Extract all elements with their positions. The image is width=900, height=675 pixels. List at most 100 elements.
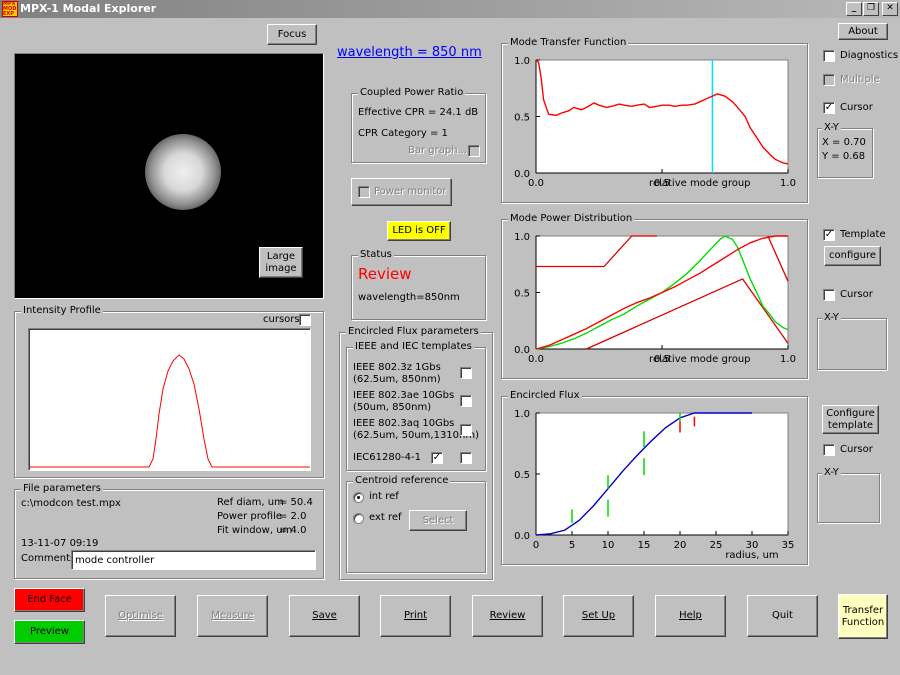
power-profile-value: = 2.0 bbox=[279, 511, 307, 522]
review-button[interactable]: Review bbox=[472, 595, 543, 637]
cursors-checkbox[interactable] bbox=[299, 314, 311, 326]
ref-diam-label: Ref diam, um bbox=[217, 497, 284, 508]
template-label: Template bbox=[840, 229, 886, 240]
template-4-checkbox-b[interactable] bbox=[460, 452, 472, 464]
x-axis-label: relative mode group bbox=[649, 178, 750, 189]
template-4-checkbox-a[interactable]: ✓ bbox=[431, 452, 443, 464]
multiple-label: Multiple bbox=[840, 74, 880, 85]
camera-image: Large image bbox=[14, 53, 324, 299]
mpd-title: Mode Power Distribution bbox=[508, 213, 635, 224]
status-state: Review bbox=[358, 265, 412, 283]
cursor-checkbox[interactable]: ✓ bbox=[823, 102, 835, 114]
comments-input[interactable] bbox=[71, 550, 316, 570]
status-title: Status bbox=[358, 249, 394, 260]
optimise-button[interactable]: Optimise bbox=[105, 595, 176, 637]
configure-button[interactable]: configure bbox=[824, 246, 881, 266]
int-ref-radio[interactable] bbox=[353, 492, 364, 503]
measure-button[interactable]: Measure bbox=[197, 595, 268, 637]
template-1-line2: (62.5um, 850nm) bbox=[353, 374, 441, 385]
template-3-checkbox[interactable] bbox=[460, 424, 472, 436]
transfer-function-button[interactable]: Transfer Function bbox=[838, 594, 888, 639]
end-face-button[interactable]: End Face bbox=[14, 588, 85, 612]
template-2-line2: (50um, 850nm) bbox=[353, 402, 432, 413]
x-tick-label: 0 bbox=[533, 540, 539, 551]
mtf-chart: 1.00.50.00.0 0.5 1.0relative mode group bbox=[514, 56, 796, 189]
multiple-checkbox[interactable] bbox=[823, 74, 835, 86]
mtf-title: Mode Transfer Function bbox=[508, 37, 629, 48]
mpd-chart: 1.00.50.00.0 0.5 1.0relative mode group bbox=[514, 232, 796, 365]
save-button[interactable]: Save bbox=[289, 595, 360, 637]
ext-ref-label: ext ref bbox=[369, 512, 402, 523]
led-indicator[interactable]: LED is OFF bbox=[387, 221, 451, 241]
y-readout: Y = 0.68 bbox=[822, 151, 866, 162]
setup-button[interactable]: Set Up bbox=[563, 595, 634, 637]
help-button[interactable]: Help bbox=[655, 595, 726, 637]
x-axis-label: relative mode group bbox=[649, 354, 750, 365]
power-monitor-box: Power monitor bbox=[351, 178, 451, 205]
minimize-button[interactable]: _ bbox=[846, 2, 862, 16]
x-tick-label: 25 bbox=[710, 540, 723, 551]
power-profile-label: Power profile bbox=[217, 511, 282, 522]
about-button[interactable]: About bbox=[838, 23, 888, 40]
large-image-button[interactable]: Large image bbox=[259, 247, 303, 278]
cursor3-label: Cursor bbox=[840, 444, 873, 455]
template-4-label: IEC61280-4-1 bbox=[353, 452, 422, 463]
focus-button[interactable]: Focus bbox=[267, 24, 317, 45]
beam-spot bbox=[145, 134, 221, 210]
x-tick-label: 0.0 bbox=[528, 354, 544, 365]
y-tick-label: 0.5 bbox=[514, 113, 530, 124]
y-tick-label: 0.0 bbox=[514, 531, 530, 542]
cursor2-label: Cursor bbox=[840, 289, 873, 300]
ef-parameters-title: Encircled Flux parameters bbox=[346, 326, 481, 337]
template-2-checkbox[interactable] bbox=[460, 395, 472, 407]
y-tick-label: 0.5 bbox=[514, 470, 530, 481]
template-2-line1: IEEE 802.3ae 10Gbs bbox=[353, 390, 455, 401]
cursors-label: cursors bbox=[263, 314, 300, 325]
x-tick-label: 5 bbox=[569, 540, 575, 551]
diagnostics-checkbox[interactable] bbox=[823, 50, 835, 62]
templates-title: IEEE and IEC templates bbox=[353, 341, 474, 352]
ef-chart: 1.00.50.00 5 10 15 20 25 30 35radius, um bbox=[514, 409, 795, 561]
status-group: Status Review wavelength=850nm bbox=[351, 249, 486, 320]
ext-ref-radio[interactable] bbox=[353, 513, 364, 524]
cursor3-checkbox[interactable] bbox=[823, 444, 835, 456]
bar-graph-checkbox[interactable] bbox=[468, 145, 480, 157]
centroid-title: Centroid reference bbox=[353, 475, 451, 486]
intensity-profile-group: Intensity Profile cursors bbox=[14, 305, 324, 478]
xy2-readout-title: X-Y bbox=[822, 312, 841, 323]
cursor2-checkbox[interactable] bbox=[823, 289, 835, 301]
intensity-plot bbox=[28, 328, 311, 471]
close-button[interactable]: ✕ bbox=[882, 2, 898, 16]
power-monitor-checkbox[interactable] bbox=[358, 186, 370, 198]
centroid-group: Centroid reference int ref ext ref Selec… bbox=[346, 475, 486, 573]
x-tick-label: 35 bbox=[782, 540, 795, 551]
ref-diam-value: = 50.4 bbox=[279, 497, 313, 508]
xy3-readout-title: X-Y bbox=[822, 467, 841, 478]
power-monitor-label: Power monitor bbox=[374, 186, 447, 197]
xy-readout-title: X-Y bbox=[822, 122, 841, 133]
int-ref-label: int ref bbox=[369, 491, 399, 502]
plot-area bbox=[535, 59, 789, 174]
x-tick-label: 20 bbox=[674, 540, 687, 551]
x-readout: X = 0.70 bbox=[822, 137, 866, 148]
quit-button[interactable]: Quit bbox=[747, 595, 818, 637]
y-tick-label: 1.0 bbox=[514, 232, 530, 243]
cpr-category: CPR Category = 1 bbox=[358, 128, 448, 139]
select-button[interactable]: Select bbox=[409, 510, 467, 531]
configure-template-button[interactable]: Configure template bbox=[822, 405, 879, 434]
file-parameters-group: File parameters c:\modcon test.mpx Ref d… bbox=[14, 483, 324, 579]
wavelength-link[interactable]: wavelength = 850 nm bbox=[337, 45, 482, 60]
bar-graph-label: Bar graph... bbox=[408, 145, 468, 156]
cpr-title: Coupled Power Ratio bbox=[358, 87, 466, 98]
template-1-checkbox[interactable] bbox=[460, 367, 472, 379]
xy2-readout-group: X-Y bbox=[817, 312, 887, 370]
template-checkbox[interactable]: ✓ bbox=[823, 229, 835, 241]
template-3-line1: IEEE 802.3aq 10Gbs bbox=[353, 418, 455, 429]
mtf-group: Mode Transfer Function 1.0 0.5 0.0 0.0 0.5 1.… bbox=[501, 37, 808, 203]
comments-label: Comments: bbox=[21, 553, 79, 564]
restore-button[interactable]: ❐ bbox=[863, 2, 879, 16]
file-date: 13-11-07 09:19 bbox=[21, 538, 99, 549]
print-button[interactable]: Print bbox=[380, 595, 451, 637]
window-title: MPX-1 Modal Explorer bbox=[20, 2, 157, 15]
preview-button[interactable]: Preview bbox=[14, 620, 85, 644]
